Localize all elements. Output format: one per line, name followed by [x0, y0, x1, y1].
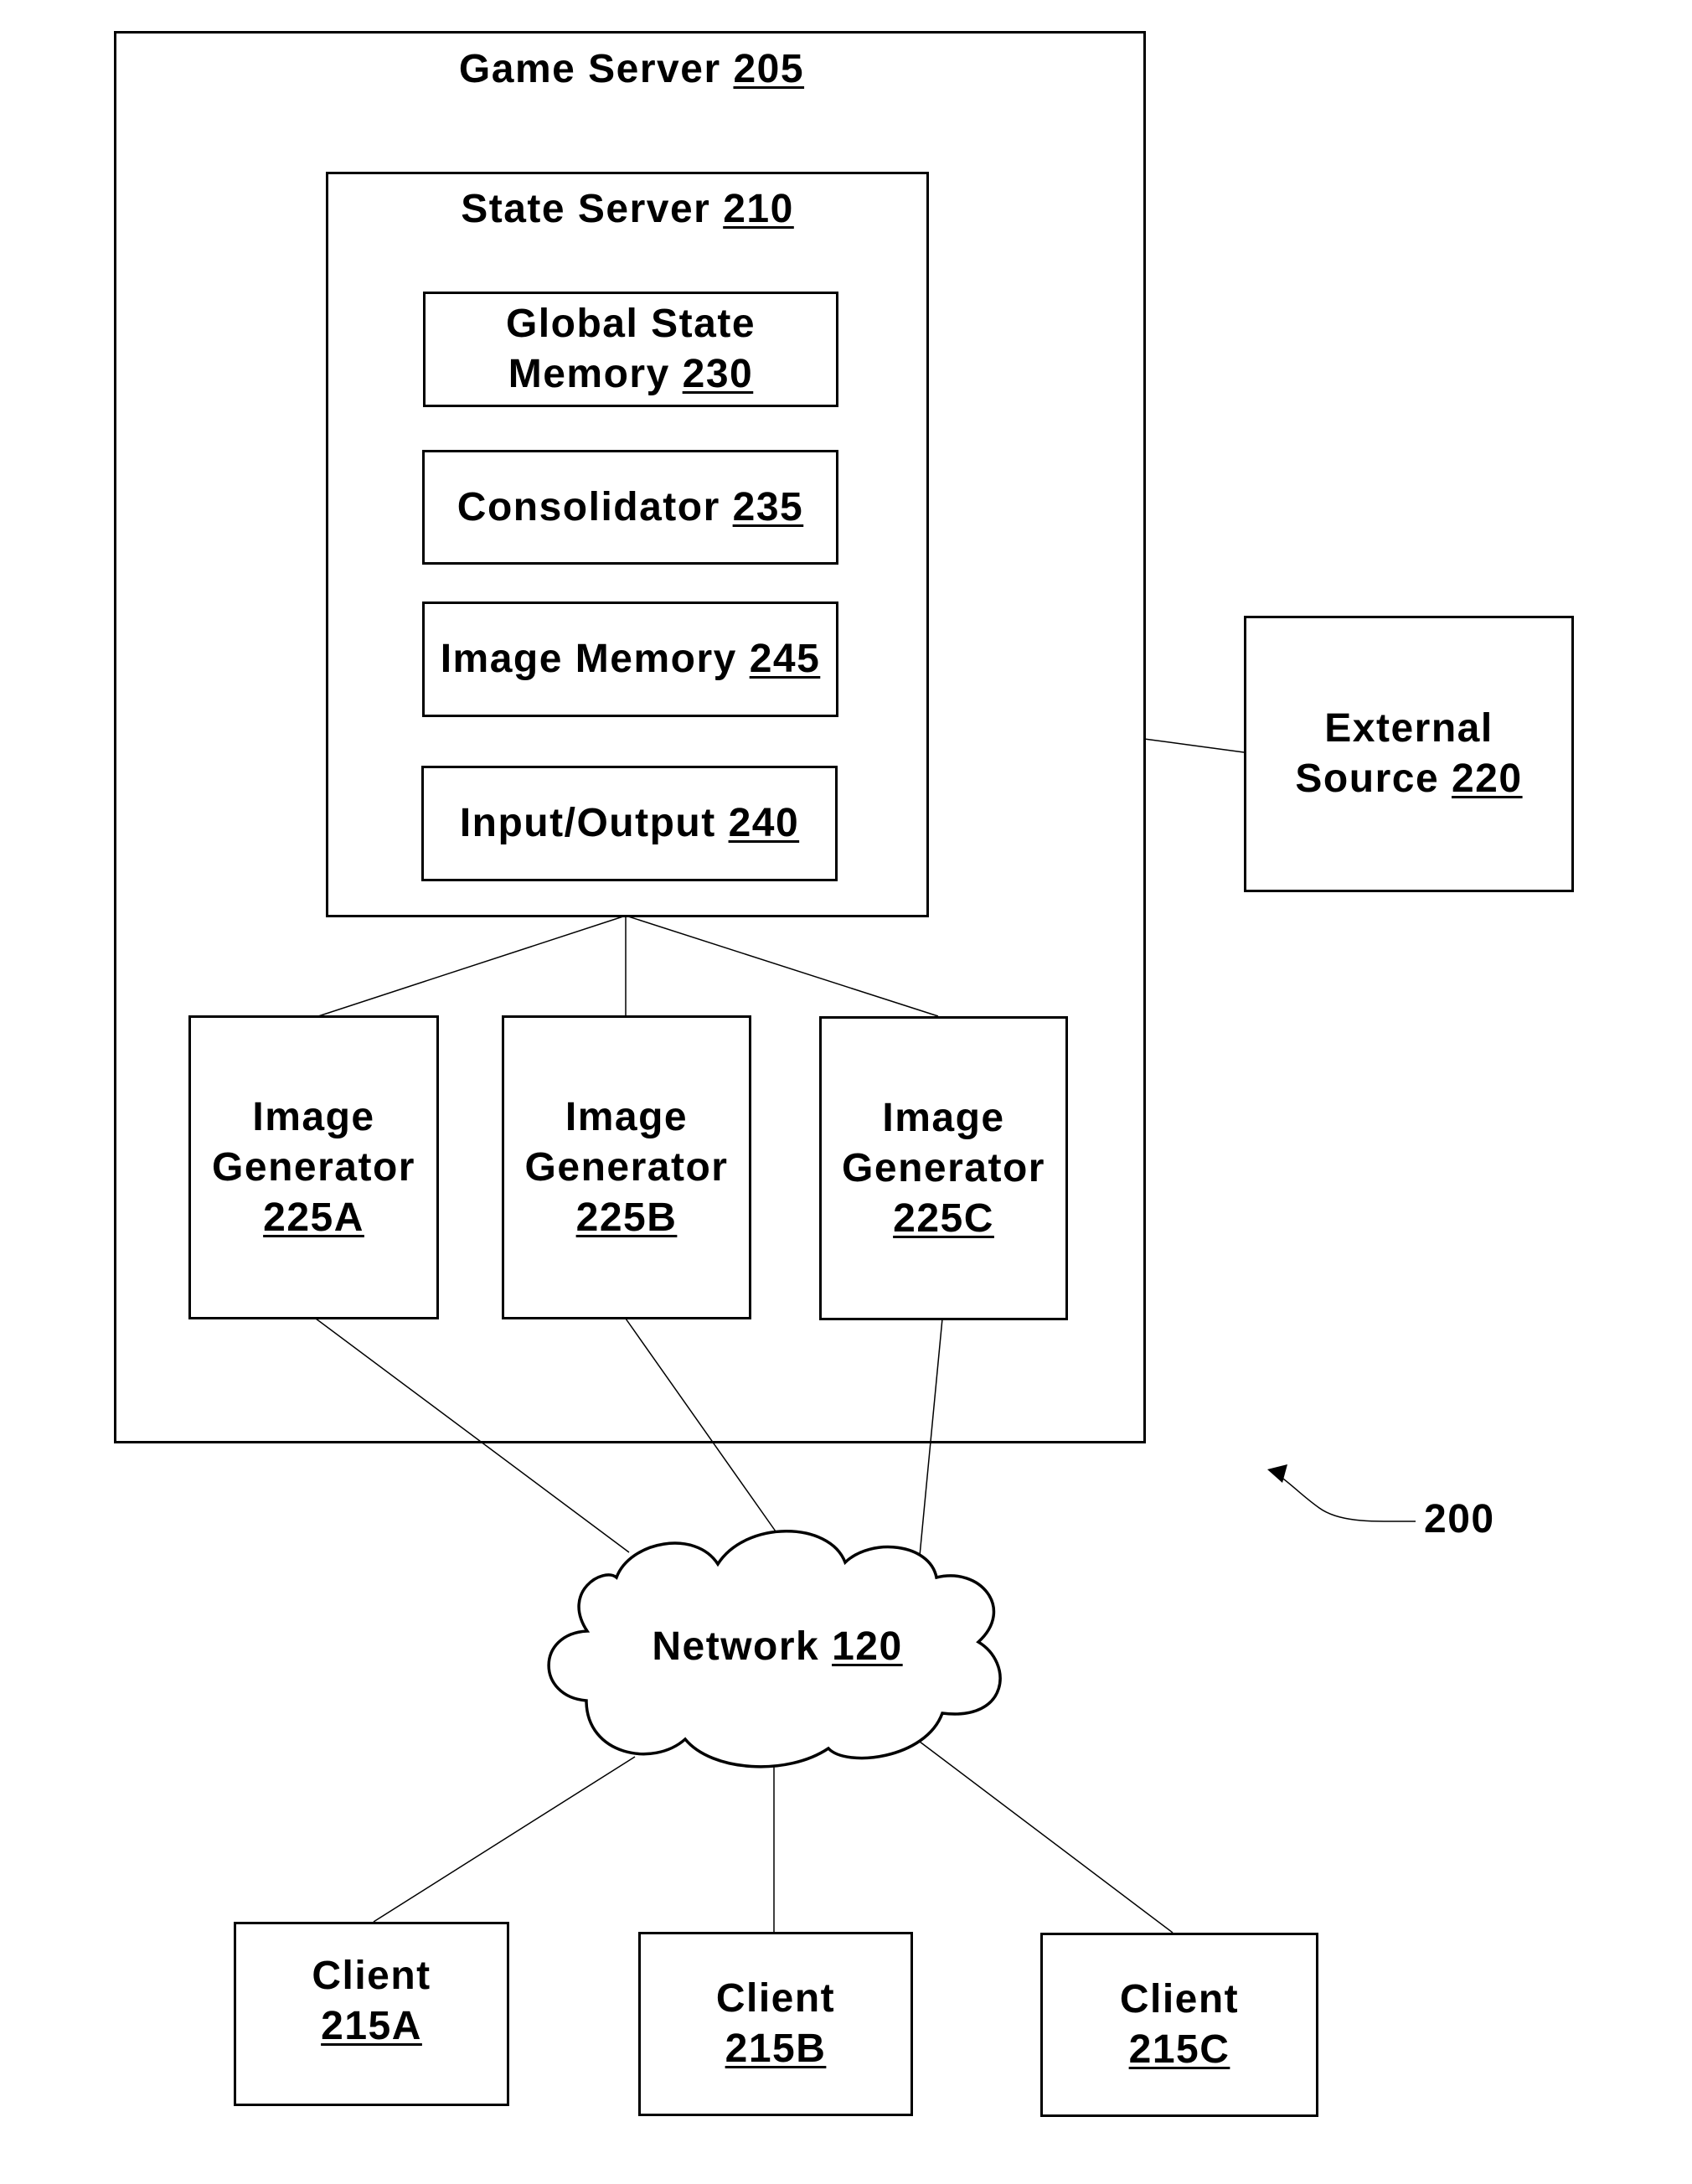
global-state-memory-line-1: Global State [505, 302, 756, 346]
external-source-ref: 220 [1451, 756, 1523, 801]
image-generator-b-line-2: Generator [524, 1144, 729, 1190]
global-state-memory-box: Global State Memory 230 [423, 292, 838, 407]
state-server-name: State Server [461, 187, 711, 231]
client-c-ref: 215C [1128, 2027, 1230, 2072]
game-server-name: Game Server [458, 47, 721, 91]
global-state-memory-line-2: Memory [508, 352, 670, 396]
image-memory-name: Image Memory [440, 637, 737, 681]
network-name: Network [652, 1624, 820, 1669]
client-b-name: Client [715, 1976, 836, 2021]
input-output-name: Input/Output [459, 801, 716, 845]
image-generator-a-line-1: Image [252, 1094, 375, 1139]
image-generator-c-line-1: Image [882, 1095, 1005, 1140]
state-server-label: State Server 210 [376, 184, 879, 235]
image-generator-225c-box: Image Generator 225C [819, 1016, 1068, 1320]
reference-arrow-curve [1277, 1474, 1416, 1522]
consolidator-box: Consolidator 235 [422, 450, 838, 565]
state-server-ref: 210 [723, 187, 794, 231]
external-source-box: External Source 220 [1244, 616, 1574, 892]
client-c-name: Client [1119, 1977, 1240, 2021]
game-server-label: Game Server 205 [380, 44, 883, 95]
client-215c-box: Client 215C [1040, 1933, 1318, 2117]
image-generator-c-ref: 225C [893, 1195, 994, 1241]
image-memory-box: Image Memory 245 [422, 602, 838, 717]
image-generator-b-line-1: Image [565, 1094, 689, 1139]
input-output-ref: 240 [728, 801, 800, 845]
figure-reference-numeral: 200 [1424, 1497, 1495, 1541]
external-source-line-2: Source [1295, 756, 1440, 801]
connector-network-to-client-c [919, 1741, 1174, 1934]
image-generator-c-line-2: Generator [842, 1145, 1045, 1190]
figure-reference-arrow [1267, 1464, 1416, 1522]
external-source-line-1: External [1324, 706, 1493, 751]
client-a-ref: 215A [321, 2004, 422, 2048]
consolidator-name: Consolidator [457, 484, 720, 529]
consolidator-ref: 235 [732, 484, 804, 529]
image-generator-225b-box: Image Generator 225B [502, 1015, 751, 1319]
client-215a-box: Client 215A [234, 1922, 509, 2106]
image-generator-225a-box: Image Generator 225A [188, 1015, 439, 1319]
image-memory-ref: 245 [749, 637, 821, 681]
network-label: Network 120 [610, 1622, 945, 1672]
image-generator-a-line-2: Generator [212, 1144, 415, 1190]
connector-network-to-client-a [373, 1756, 636, 1923]
connector-game-server-to-external-source [1143, 738, 1245, 753]
image-generator-b-ref: 225B [575, 1195, 678, 1240]
global-state-memory-ref: 230 [682, 352, 754, 396]
client-215b-box: Client 215B [638, 1932, 913, 2116]
client-b-ref: 215B [725, 2027, 827, 2071]
network-ref: 120 [832, 1624, 903, 1669]
image-generator-a-ref: 225A [263, 1195, 364, 1240]
input-output-box: Input/Output 240 [421, 766, 838, 881]
game-server-ref: 205 [733, 47, 805, 91]
client-a-name: Client [312, 1954, 431, 1998]
